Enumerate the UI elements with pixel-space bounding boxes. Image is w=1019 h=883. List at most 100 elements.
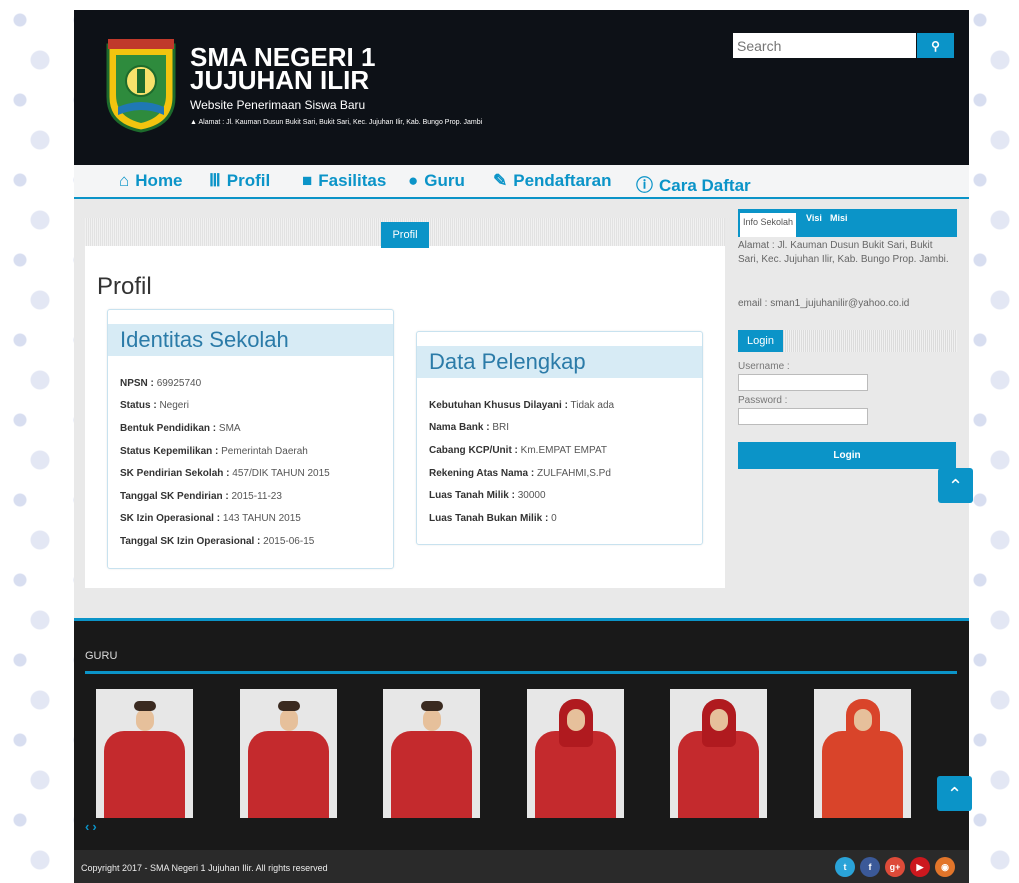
login-button[interactable]: Login xyxy=(738,442,956,469)
row-value: 2015-11-23 xyxy=(231,491,282,502)
search-button[interactable]: ⚲ xyxy=(917,33,954,58)
row-label: Cabang KCP/Unit : xyxy=(429,445,518,456)
tab-profil[interactable]: Profil xyxy=(381,222,429,248)
row-label: Luas Tanah Bukan Milik : xyxy=(429,513,549,524)
pelengkap-card: Data Pelengkap Kebutuhan Khusus Dilayani… xyxy=(416,331,703,545)
nav-guru[interactable]: ● Guru xyxy=(408,171,465,191)
photo-hair xyxy=(421,701,443,711)
chevron-right-icon[interactable]: › xyxy=(92,819,99,834)
photo-face xyxy=(136,709,154,731)
nav-pendaftaran-label: Pendaftaran xyxy=(513,171,612,190)
photo-hair xyxy=(278,701,300,711)
identitas-row: Tanggal SK Pendirian : 2015-11-23 xyxy=(120,491,282,502)
header-address: ▲ Alamat : Jl. Kauman Dusun Bukit Sari, … xyxy=(190,119,482,126)
nav-home-label: Home xyxy=(135,171,183,190)
row-value: Pemerintah Daerah xyxy=(221,446,308,457)
rss-icon[interactable]: ◉ xyxy=(935,857,955,877)
guru-photo[interactable] xyxy=(814,689,911,818)
identitas-row: Bentuk Pendidikan : SMA xyxy=(120,423,241,434)
guru-photo[interactable] xyxy=(96,689,193,818)
photo-hair xyxy=(134,701,156,711)
tab-misi[interactable]: Misi xyxy=(830,213,848,223)
identitas-row: SK Pendirian Sekolah : 457/DIK TAHUN 201… xyxy=(120,468,330,479)
pelengkap-row: Luas Tanah Milik : 30000 xyxy=(429,490,546,501)
info-icon: ⓘ xyxy=(636,176,653,195)
logo-emblem-icon xyxy=(106,39,176,133)
row-label: NPSN : xyxy=(120,378,154,389)
photo-body xyxy=(248,731,329,818)
chevron-up-icon: ⌃ xyxy=(947,476,964,496)
photo-face xyxy=(567,709,585,731)
search-input[interactable] xyxy=(733,33,916,58)
nav-guru-label: Guru xyxy=(424,171,465,190)
chevron-up-icon: ⌃ xyxy=(946,784,963,804)
site-footer: Copyright 2017 - SMA Negeri 1 Jujuhan Il… xyxy=(74,850,969,883)
row-label: Status Kepemilikan : xyxy=(120,446,219,457)
identitas-card: Identitas Sekolah NPSN : 69925740 Status… xyxy=(107,309,394,569)
guru-photo[interactable] xyxy=(240,689,337,818)
nav-profil-label: Profil xyxy=(226,171,271,190)
users-icon: ● xyxy=(408,171,419,190)
sidebar-email: email : sman1_jujuhanilir@yahoo.co.id xyxy=(738,298,910,309)
row-value: 0 xyxy=(551,513,557,524)
row-value: 457/DIK TAHUN 2015 xyxy=(232,468,330,479)
pelengkap-row: Nama Bank : BRI xyxy=(429,422,509,433)
scroll-top-button-2[interactable]: ⌃ xyxy=(937,776,972,811)
identitas-row: Status : Negeri xyxy=(120,400,189,411)
row-value: Km.EMPAT EMPAT xyxy=(520,445,607,456)
photo-face xyxy=(280,709,298,731)
nav-fasilitas-label: Fasilitas xyxy=(318,171,387,190)
photo-body xyxy=(104,731,185,818)
nav-cara-daftar[interactable]: ⓘ Cara Daftar xyxy=(636,171,751,196)
pelengkap-row: Rekening Atas Nama : ZULFAHMI,S.Pd xyxy=(429,468,611,479)
nav-pendaftaran[interactable]: ✎ Pendaftaran xyxy=(493,171,612,191)
site-header: SMA NEGERI 1 JUJUHAN ILIR Website Peneri… xyxy=(74,10,969,165)
page-title: Profil xyxy=(97,273,152,300)
guru-photo[interactable] xyxy=(527,689,624,818)
sidebar-tabs: Info Sekolah Visi Misi xyxy=(738,209,957,237)
password-label: Password : xyxy=(738,395,788,406)
row-label: Bentuk Pendidikan : xyxy=(120,423,217,434)
row-label: SK Pendirian Sekolah : xyxy=(120,468,230,479)
main-content: Profil Profil Identitas Sekolah NPSN : 6… xyxy=(85,218,725,588)
sidebar-address: Alamat : Jl. Kauman Dusun Bukit Sari, Bu… xyxy=(738,240,949,265)
tab-info-sekolah[interactable]: Info Sekolah xyxy=(740,213,797,237)
row-value: 2015-06-15 xyxy=(263,536,315,547)
row-label: Status : xyxy=(120,400,157,411)
identitas-row: SK Izin Operasional : 143 TAHUN 2015 xyxy=(120,513,301,524)
row-label: Nama Bank : xyxy=(429,422,490,433)
login-title: Login xyxy=(738,330,783,352)
row-label: Rekening Atas Nama : xyxy=(429,468,535,479)
row-value: BRI xyxy=(492,422,510,433)
edit-icon: ✎ xyxy=(493,171,508,190)
guru-title: GURU xyxy=(85,650,118,662)
row-label: Tanggal SK Izin Operasional : xyxy=(120,536,261,547)
school-name: SMA NEGERI 1 JUJUHAN ILIR xyxy=(190,44,375,93)
username-field[interactable] xyxy=(738,374,868,391)
pelengkap-title: Data Pelengkap xyxy=(417,346,702,378)
nav-cara-daftar-label: Cara Daftar xyxy=(659,176,751,195)
photo-face xyxy=(710,709,728,731)
nav-fasilitas[interactable]: ■ Fasilitas xyxy=(302,171,386,191)
row-value: SMA xyxy=(218,423,241,434)
guru-photo[interactable] xyxy=(670,689,767,818)
facebook-icon[interactable]: f xyxy=(860,857,880,877)
twitter-icon[interactable]: t xyxy=(835,857,855,877)
carousel-nav: ‹› xyxy=(85,819,100,834)
google-plus-icon[interactable]: g+ xyxy=(885,857,905,877)
guru-photo[interactable] xyxy=(383,689,480,818)
tab-visi[interactable]: Visi xyxy=(806,213,822,223)
nav-home[interactable]: ⌂ Home xyxy=(119,171,183,191)
copyright-text: Copyright 2017 - SMA Negeri 1 Jujuhan Il… xyxy=(81,863,328,873)
scroll-top-button[interactable]: ⌃ xyxy=(938,468,973,503)
guru-divider xyxy=(85,671,957,674)
row-value: Negeri xyxy=(159,400,189,411)
row-label: Tanggal SK Pendirian : xyxy=(120,491,229,502)
row-label: Kebutuhan Khusus Dilayani : xyxy=(429,400,568,411)
password-field[interactable] xyxy=(738,408,868,425)
youtube-icon[interactable]: ▶ xyxy=(910,857,930,877)
search-icon: ⚲ xyxy=(931,38,940,53)
nav-profil[interactable]: Ⅲ Profil xyxy=(209,171,270,191)
school-logo[interactable] xyxy=(104,37,178,133)
login-header: Login xyxy=(738,330,957,352)
